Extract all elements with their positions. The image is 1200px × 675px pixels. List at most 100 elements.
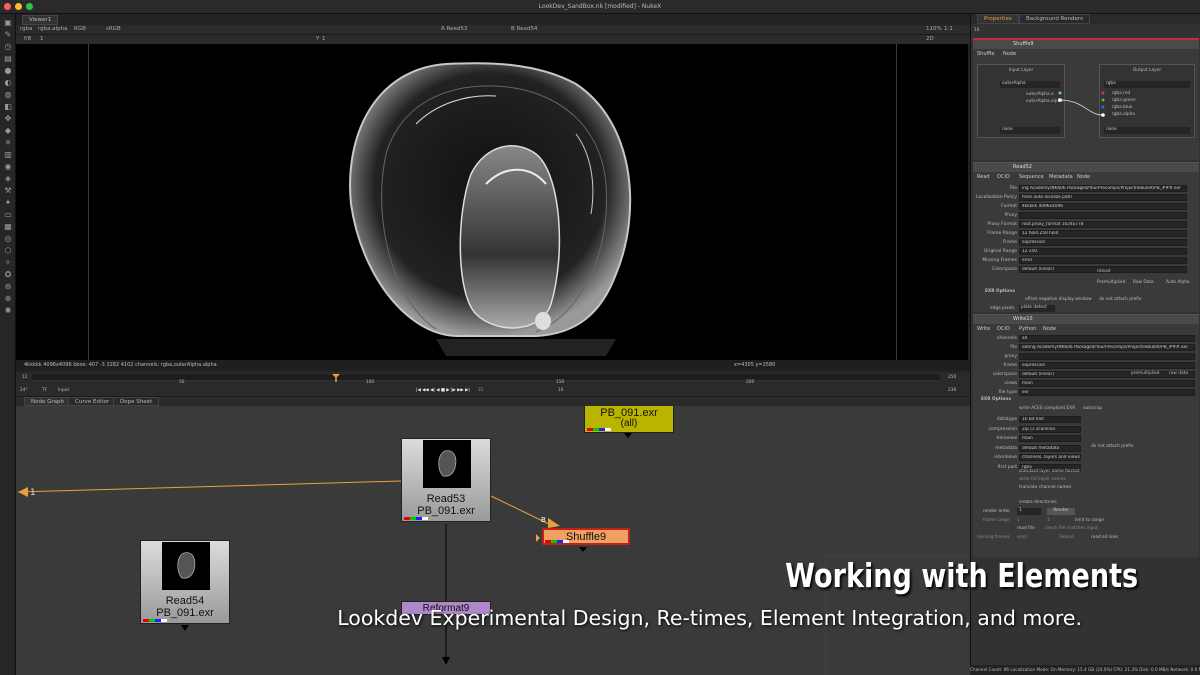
property-value[interactable]	[1019, 212, 1187, 219]
property-value[interactable]: root.proxy_format 1024x778	[1019, 221, 1187, 228]
input-layer-select[interactable]: outerAlpha	[1000, 81, 1060, 88]
display-select[interactable]: RGB	[74, 26, 86, 32]
read52-header[interactable]: Read52	[973, 163, 1199, 172]
property-value[interactable]: default metadata	[1019, 444, 1081, 452]
input-a-select[interactable]: A Read53	[441, 26, 467, 32]
mode-select[interactable]: Input	[58, 388, 69, 393]
zoom-select[interactable]: 110%	[926, 26, 942, 32]
write10-render-button[interactable]: Render	[1047, 508, 1075, 515]
vc-tool-icon[interactable]: ✪	[3, 270, 13, 280]
3d-tool-icon[interactable]: ◆	[3, 126, 13, 136]
property-value[interactable]: 16 bit half	[1019, 416, 1081, 423]
furnace-tool-icon[interactable]: ▭	[3, 210, 13, 220]
input-layer2-select[interactable]: none	[1000, 127, 1060, 134]
deep-tool-icon[interactable]: ▥	[3, 150, 13, 160]
tab-background-renders[interactable]: Background Renders	[1019, 14, 1091, 24]
property-value[interactable]: from auto-localize path	[1019, 194, 1187, 201]
viewer-canvas[interactable]	[16, 44, 968, 360]
read52-tab-read[interactable]: Read	[977, 174, 990, 180]
property-value[interactable]: expression	[1019, 362, 1195, 369]
shuffle9-name[interactable]: Shuffle9	[1013, 41, 1034, 47]
gizmo-tool-icon[interactable]: ⬡	[3, 246, 13, 256]
tf-select[interactable]: TF	[42, 388, 47, 393]
filter-tool-icon[interactable]: ◐	[3, 78, 13, 88]
write10-truncate-check[interactable]: truncate channel names	[1019, 485, 1071, 490]
ratio-select[interactable]: 1:1	[944, 26, 953, 32]
read52-reload-button[interactable]: reload	[1097, 269, 1111, 274]
metadata-tool-icon[interactable]: ◈	[3, 174, 13, 184]
property-value[interactable]: main	[1019, 435, 1081, 442]
read52-edge-pixels-select[interactable]: plate detect	[1019, 305, 1055, 312]
transform-tool-icon[interactable]: ✥	[3, 114, 13, 124]
read52-rawdata-check[interactable]: Raw Data	[1133, 280, 1154, 285]
write10-render-order-field[interactable]: 1	[1017, 508, 1041, 515]
gamma-value[interactable]: 1	[322, 36, 326, 42]
gain-value[interactable]: 1	[40, 36, 44, 42]
channels-select[interactable]: rgba	[20, 26, 33, 32]
plugin-tool-icon[interactable]: ◎	[3, 234, 13, 244]
write10-create-dirs-check[interactable]: create directories	[1019, 500, 1057, 505]
tab-curve-editor[interactable]: Curve Editor	[68, 397, 117, 406]
read52-tab-node[interactable]: Node	[1077, 174, 1090, 180]
keyer-tool-icon[interactable]: ◍	[3, 90, 13, 100]
write10-reload-button[interactable]: Reload	[1059, 535, 1074, 540]
shuffle9-tab-shuffle[interactable]: Shuffle	[977, 51, 994, 57]
output-layer2-select[interactable]: none	[1104, 127, 1190, 134]
color-tool-icon[interactable]: ●	[3, 66, 13, 76]
time-tool-icon[interactable]: ◷	[3, 42, 13, 52]
timeline-ruler[interactable]	[16, 372, 970, 396]
property-value[interactable]: exr	[1019, 389, 1195, 396]
property-value[interactable]: Zip (1 scanline)	[1019, 425, 1081, 433]
playback-controls[interactable]: |◀ ◀◀ ◀| ◀ ■ ▶ |▶ ▶▶ ▶|	[416, 388, 470, 393]
node-read54[interactable]: Read54 PB_091.exr	[140, 540, 230, 624]
tab-node-graph[interactable]: Node Graph	[24, 397, 71, 406]
fps-field[interactable]: 24*	[20, 388, 28, 393]
property-value[interactable]: ing Academy/NK606 Packaged/YourPrecomps/…	[1019, 185, 1187, 192]
read52-no-prefix-check[interactable]: do not attach prefix	[1099, 297, 1142, 302]
node-pb-all[interactable]: PB_091.exr (all)	[584, 406, 674, 433]
write10-tab-write[interactable]: Write	[977, 326, 990, 332]
write10-premultiplied-check[interactable]: premultiplied	[1131, 371, 1160, 376]
colorspace-select[interactable]: sRGB	[106, 26, 121, 32]
property-value[interactable]: 12 hold 250 hold	[1019, 230, 1187, 237]
toolsets-tool-icon[interactable]: ⚒	[3, 186, 13, 196]
merge-tool-icon[interactable]: ◧	[3, 102, 13, 112]
layer-select[interactable]: rgba.alpha	[38, 26, 68, 32]
write10-check-file-check[interactable]: check file matches input	[1045, 526, 1098, 531]
write10-standard-layer-check[interactable]: standard layer name format	[1019, 469, 1079, 474]
viewer-tab[interactable]: Viewer1	[22, 15, 59, 25]
write10-read-file-check[interactable]: read file	[1017, 526, 1035, 531]
write10-tab-python[interactable]: Python	[1019, 326, 1036, 332]
write10-full-layer-check[interactable]: write full layer names	[1019, 477, 1066, 482]
write10-tab-node[interactable]: Node	[1043, 326, 1056, 332]
channel-tool-icon[interactable]: ▤	[3, 54, 13, 64]
write10-frame-last[interactable]: 1	[1047, 518, 1050, 523]
write10-missing-frames-select[interactable]: error	[1017, 535, 1027, 540]
read52-autoalpha-check[interactable]: Auto Alpha	[1166, 280, 1190, 285]
draw-tool-icon[interactable]: ✎	[3, 30, 13, 40]
write10-limit-check[interactable]: limit to range	[1075, 518, 1104, 523]
read52-tab-ocio[interactable]: OCIO	[997, 174, 1010, 180]
nodes-tool-icon[interactable]: ⊛	[3, 282, 13, 292]
input-b-select[interactable]: B Read54	[511, 26, 537, 32]
property-value[interactable]: expression	[1019, 239, 1187, 246]
property-value[interactable]: error	[1019, 257, 1187, 264]
image-tool-icon[interactable]: ▣	[3, 18, 13, 28]
particles-tool-icon[interactable]: ✳	[3, 138, 13, 148]
other-tool-icon[interactable]: ✦	[3, 198, 13, 208]
property-value[interactable]: main	[1019, 380, 1195, 387]
read52-premultiplied-check[interactable]: Premultiplied	[1097, 280, 1125, 285]
node-shuffle9[interactable]: Shuffle9	[542, 528, 630, 545]
property-value[interactable]: ooting Academy/NK606 Packaged/YourPrecom…	[1019, 344, 1195, 351]
write10-frame-first[interactable]: 1	[1017, 518, 1020, 523]
shuffle9-header[interactable]: Shuffle9	[973, 40, 1199, 49]
read52-tab-sequence[interactable]: Sequence	[1019, 174, 1044, 180]
write10-tab-ocio[interactable]: OCIO	[997, 326, 1010, 332]
out-point[interactable]: 239	[948, 388, 956, 393]
property-value[interactable]	[1019, 353, 1195, 360]
write10-no-prefix-check[interactable]: do not attach prefix	[1091, 444, 1134, 449]
proxy-field[interactable]: 2D	[926, 36, 934, 42]
bokeh-tool-icon[interactable]: ✺	[3, 306, 13, 316]
property-value[interactable]: channels, layers and views	[1019, 454, 1081, 461]
properties-count[interactable]: 10	[974, 28, 979, 33]
